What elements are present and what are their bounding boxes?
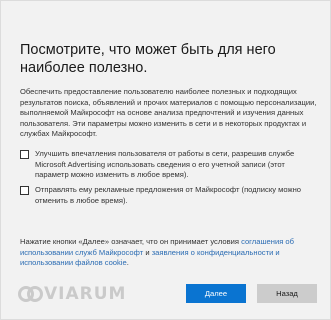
terms-footnote: Нажатие кнопки «Далее» означает, что он … [20, 237, 320, 269]
footnote-text-1: Нажатие кнопки «Далее» означает, что он … [20, 237, 242, 246]
footnote-text-3: . [126, 258, 129, 268]
advertising-option-label: Улучшить впечатления пользователя от раб… [35, 149, 295, 180]
page-title: Посмотрите, что может быть для него наиб… [20, 42, 276, 76]
viarum-watermark: VIARUM [17, 284, 126, 304]
next-button[interactable]: Далее [186, 284, 246, 303]
watermark-text: VIARUM [44, 284, 127, 304]
intro-text: Обеспечить предоставление пользователю н… [20, 87, 317, 139]
back-button[interactable]: Назад [257, 284, 317, 303]
footnote-text-2: и [143, 247, 152, 257]
option-promotional-offers[interactable]: Отправлять ему рекламные предложения от … [20, 185, 316, 206]
promotions-option-label: Отправлять ему рекламные предложения от … [35, 185, 301, 205]
advertising-checkbox[interactable] [20, 150, 29, 159]
promotions-checkbox[interactable] [20, 186, 29, 195]
option-advertising-personalization[interactable]: Улучшить впечатления пользователя от раб… [20, 149, 316, 181]
watermark-logo-icon [18, 286, 43, 302]
setup-window: Посмотрите, что может быть для него наиб… [0, 0, 331, 320]
